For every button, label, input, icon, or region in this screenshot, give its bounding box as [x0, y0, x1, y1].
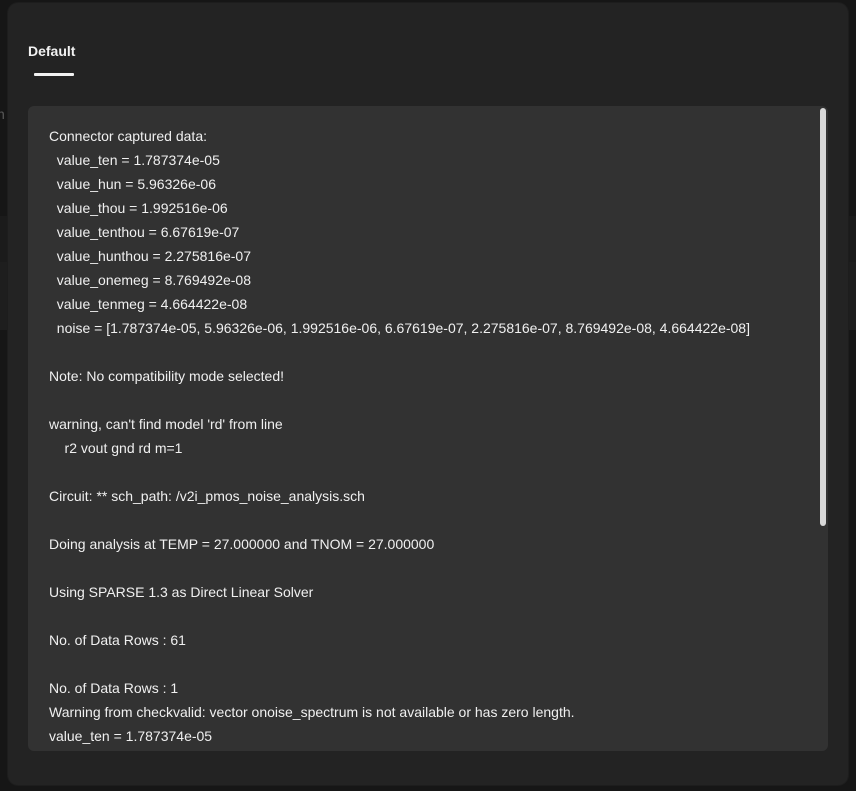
tab-bar: Default — [28, 37, 75, 81]
log-scrollbar-thumb[interactable] — [820, 108, 826, 526]
log-line: value_ten = 1.787374e-05 — [49, 152, 220, 168]
log-line: r2 vout gnd rd m=1 — [49, 440, 183, 456]
log-line: Note: No compatibility mode selected! — [49, 368, 284, 384]
output-modal: Default Connector captured data: value_t… — [8, 3, 848, 785]
log-line: value_thou = 1.992516e-06 — [49, 200, 228, 216]
active-tab-indicator — [34, 73, 74, 76]
log-output-text: Connector captured data: value_ten = 1.7… — [28, 106, 828, 748]
log-scrollbar[interactable] — [818, 106, 828, 751]
log-line: No. of Data Rows : 1 — [49, 680, 179, 696]
log-line: Connector captured data: — [49, 128, 207, 144]
log-line: Circuit: ** sch_path: /v2i_pmos_noise_an… — [49, 488, 365, 504]
log-line: noise = [1.787374e-05, 5.96326e-06, 1.99… — [49, 320, 750, 336]
log-line: Warning from checkvalid: vector onoise_s… — [49, 704, 575, 720]
log-line: value_tenthou = 6.67619e-07 — [49, 224, 240, 240]
tab-default-label: Default — [28, 43, 76, 59]
log-line: value_hunthou = 2.275816e-07 — [49, 248, 252, 264]
background-text-fragment: n — [0, 106, 5, 122]
log-output-panel[interactable]: Connector captured data: value_ten = 1.7… — [28, 106, 828, 751]
log-line: warning, can't find model 'rd' from line — [49, 416, 283, 432]
log-line: Doing analysis at TEMP = 27.000000 and T… — [49, 536, 435, 552]
log-line: No. of Data Rows : 61 — [49, 632, 186, 648]
log-line: value_ten = 1.787374e-05 — [49, 728, 213, 744]
log-line: Using SPARSE 1.3 as Direct Linear Solver — [49, 584, 314, 600]
log-line: value_hun = 5.96326e-06 — [49, 176, 216, 192]
log-line: value_tenmeg = 4.664422e-08 — [49, 296, 248, 312]
log-line: value_onemeg = 8.769492e-08 — [49, 272, 251, 288]
tab-default[interactable]: Default — [28, 37, 75, 59]
